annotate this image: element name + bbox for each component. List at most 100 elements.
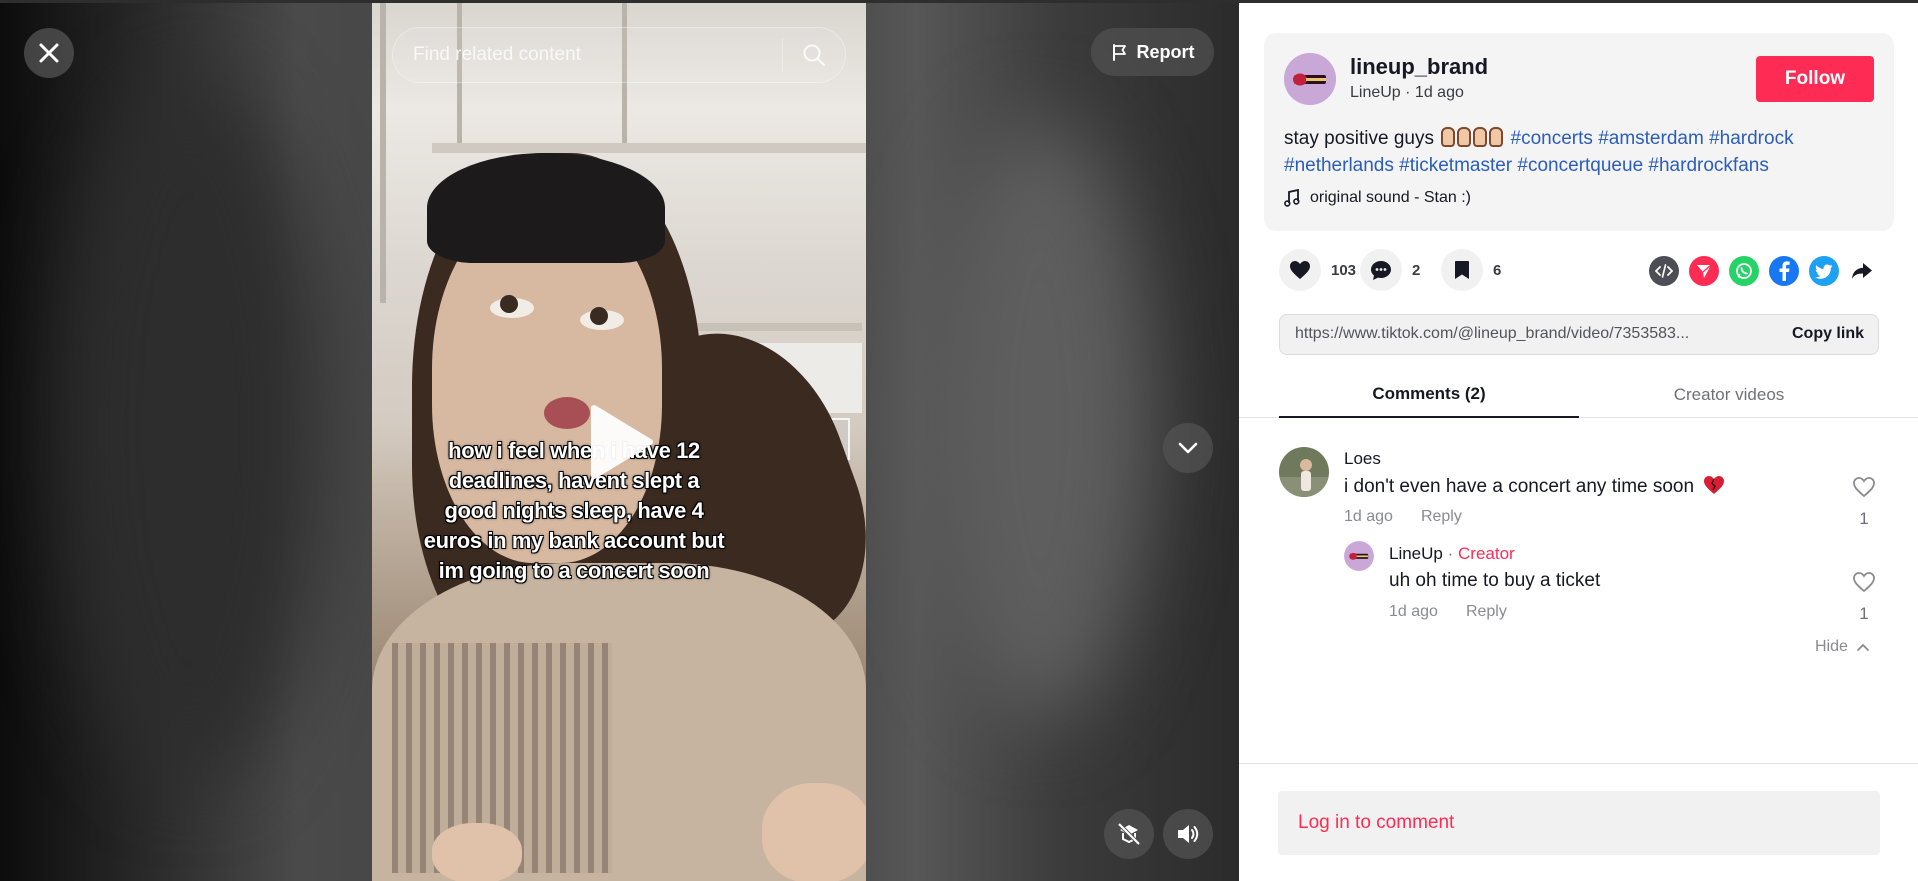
- send-to-friends-button[interactable]: [1689, 256, 1719, 286]
- reply-button[interactable]: Reply: [1421, 508, 1462, 526]
- commenter-photo: [1279, 447, 1329, 497]
- facebook-icon: [1779, 261, 1790, 281]
- video-link-box: https://www.tiktok.com/@lineup_brand/vid…: [1279, 314, 1879, 355]
- reply-button[interactable]: Reply: [1466, 603, 1507, 621]
- whatsapp-icon: [1736, 263, 1752, 279]
- comment-icon: [1371, 260, 1391, 280]
- search-input[interactable]: [393, 28, 782, 82]
- like-count: 103: [1331, 261, 1357, 279]
- reply-author: LineUp · Creator: [1389, 544, 1515, 564]
- hashtag-link[interactable]: #hardrock: [1709, 128, 1794, 149]
- twitter-share-button[interactable]: [1809, 256, 1839, 286]
- search-bar: [392, 27, 846, 83]
- hide-label: Hide: [1815, 638, 1848, 655]
- whatsapp-share-button[interactable]: [1729, 256, 1759, 286]
- author-subtitle: LineUp · 1d ago: [1350, 84, 1464, 101]
- action-bar: 103 2 6: [1279, 249, 1879, 295]
- comment-like-button[interactable]: 1: [1849, 476, 1879, 529]
- top-border: [1239, 0, 1918, 3]
- pupil: [500, 295, 518, 313]
- hand: [762, 783, 866, 881]
- facebook-share-button[interactable]: [1769, 256, 1799, 286]
- window-frame: [672, 323, 862, 331]
- share-arrow-icon: [1852, 263, 1872, 279]
- guitar-logo-icon: [1344, 541, 1374, 571]
- chevron-down-icon: [1178, 442, 1198, 454]
- bookmark-icon: [1455, 261, 1469, 279]
- reply-time: 1d ago: [1389, 603, 1438, 620]
- comment-count: 2: [1412, 261, 1421, 279]
- author-avatar[interactable]: [1284, 53, 1336, 105]
- like-button[interactable]: 103: [1279, 249, 1356, 291]
- volume-icon: [1178, 825, 1199, 843]
- save-count: 6: [1493, 261, 1502, 279]
- hashtag-link[interactable]: #amsterdam: [1598, 128, 1704, 149]
- hashtag-link[interactable]: #netherlands: [1284, 155, 1394, 176]
- divider: [1239, 763, 1918, 764]
- reply-text: uh oh time to buy a ticket: [1389, 570, 1601, 591]
- search-button[interactable]: [783, 28, 845, 82]
- avatar[interactable]: [1344, 541, 1374, 571]
- video-caption: how i feel when i have 12 deadlines, hav…: [423, 438, 725, 583]
- pupil: [590, 307, 608, 325]
- hashtag-link[interactable]: #ticketmaster: [1399, 155, 1512, 176]
- search-icon: [803, 44, 825, 66]
- sound-name: original sound - Stan :): [1310, 189, 1471, 206]
- blur-backdrop: [930, 120, 1150, 720]
- save-button[interactable]: 6: [1441, 249, 1501, 291]
- send-icon: [1697, 264, 1712, 278]
- reply-meta: 1d ago Reply: [1389, 603, 1507, 621]
- volume-button[interactable]: [1163, 809, 1213, 859]
- reply-author-name[interactable]: LineUp: [1389, 544, 1443, 563]
- embed-icon: [1655, 264, 1673, 278]
- window-frame: [380, 3, 386, 303]
- hashtag-link[interactable]: #concertqueue: [1517, 155, 1643, 176]
- twitter-icon: [1815, 264, 1833, 279]
- more-share-button[interactable]: [1847, 256, 1877, 286]
- comment-body: i don't even have a concert any time soo…: [1344, 476, 1695, 497]
- tab-creator-videos[interactable]: Creator videos: [1579, 372, 1879, 418]
- reply-like-count: 1: [1859, 604, 1869, 623]
- floating-player-off-icon: [1117, 822, 1141, 846]
- video-url[interactable]: https://www.tiktok.com/@lineup_brand/vid…: [1295, 325, 1765, 343]
- author-handle[interactable]: lineup_brand: [1350, 54, 1488, 80]
- copy-link-button[interactable]: Copy link: [1792, 325, 1864, 343]
- next-video-button[interactable]: [1163, 423, 1213, 473]
- reply-like-button[interactable]: 1: [1849, 571, 1879, 624]
- description-text: stay positive guys: [1284, 128, 1434, 149]
- heart-outline-icon: [1853, 572, 1875, 593]
- flag-icon: [1112, 44, 1126, 61]
- description-card: lineup_brand LineUp · 1d ago Follow stay…: [1264, 33, 1894, 231]
- login-to-comment-button[interactable]: Log in to comment: [1278, 791, 1880, 855]
- comment-like-count: 1: [1859, 509, 1869, 528]
- follow-button[interactable]: Follow: [1756, 56, 1874, 102]
- panel-tabs: Comments (2) Creator videos: [1239, 372, 1918, 418]
- blur-backdrop: [60, 80, 320, 780]
- hand: [432, 823, 522, 881]
- close-button[interactable]: [24, 28, 74, 78]
- hashtag-link[interactable]: #concerts: [1511, 128, 1593, 149]
- heart-outline-icon: [1853, 477, 1875, 498]
- embed-button[interactable]: [1649, 256, 1679, 286]
- avatar[interactable]: [1279, 447, 1329, 497]
- hide-replies-button[interactable]: Hide: [1815, 638, 1870, 656]
- heart-icon: [1290, 261, 1310, 279]
- tiktok-video-page: how i feel when i have 12 deadlines, hav…: [0, 0, 1918, 881]
- play-icon[interactable]: [590, 404, 654, 480]
- close-icon: [39, 43, 59, 63]
- comment-button[interactable]: 2: [1360, 249, 1420, 291]
- window-frame: [432, 143, 866, 153]
- commenter-name[interactable]: Loes: [1344, 449, 1381, 469]
- sound-link[interactable]: original sound - Stan :): [1284, 189, 1471, 207]
- headband: [427, 153, 665, 263]
- comment-text: i don't even have a concert any time soo…: [1344, 475, 1725, 498]
- report-button[interactable]: Report: [1091, 28, 1214, 76]
- report-label: Report: [1136, 41, 1195, 62]
- comment-meta: 1d ago Reply: [1344, 508, 1462, 526]
- creator-badge: Creator: [1458, 544, 1515, 563]
- hashtag-link[interactable]: #hardrockfans: [1648, 155, 1768, 176]
- video-description: stay positive guys #concerts #amsterdam …: [1284, 125, 1880, 179]
- music-note-icon: [1284, 189, 1300, 207]
- floating-player-button[interactable]: [1104, 809, 1154, 859]
- tab-comments[interactable]: Comments (2): [1279, 372, 1579, 418]
